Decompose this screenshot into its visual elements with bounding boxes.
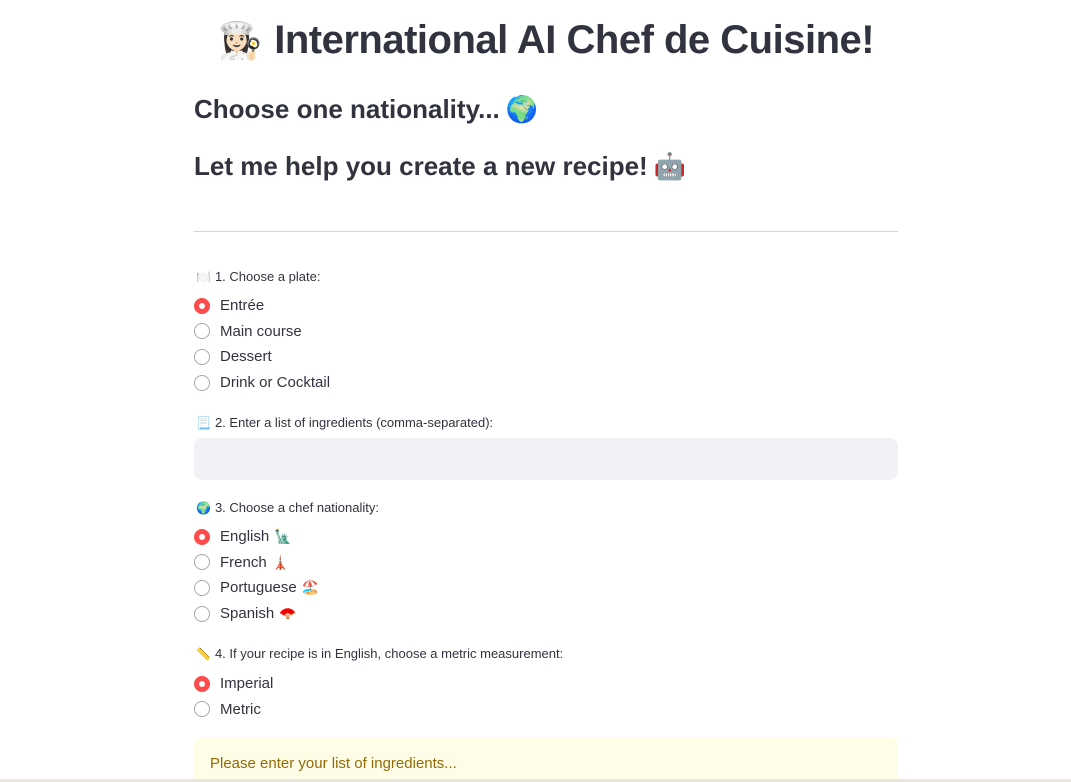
radio-button[interactable] [194,605,210,622]
plate-label: 🍽️ 1. Choose a plate: [196,269,320,284]
beach-umbrella-icon: 🏖️ [301,579,320,596]
chef-icon: 👩🏻‍🍳 [217,20,263,61]
radio-label: Metric [220,700,261,718]
radio-label: Imperial [220,675,274,693]
subtitle-nationality-text: Choose one nationality... [194,94,500,124]
subtitle-recipe-text: Let me help you create a new recipe! [194,151,648,181]
document-icon: 📃 [196,416,211,430]
subtitle-recipe: Let me help you create a new recipe! 🤖 [194,151,686,182]
ingredients-label-text: 2. Enter a list of ingredients (comma-se… [214,415,494,430]
ruler-icon: 📏 [196,647,211,661]
radio-label: English [220,528,270,546]
robot-icon: 🤖 [653,151,687,181]
plate-option-main-course[interactable]: Main course [194,319,330,345]
measurement-label-text: 4. If your recipe is in English, choose … [214,646,564,661]
plate-option-entree[interactable]: Entrée [194,293,330,319]
nationality-option-spanish[interactable]: Spanish 🪭 [194,601,319,627]
statue-of-liberty-icon: 🗽 [274,528,292,545]
ingredients-input[interactable] [194,438,898,480]
radio-button[interactable] [194,323,210,340]
radio-button[interactable] [194,528,210,545]
radio-label: Spanish [220,605,275,623]
fan-icon: 🪭 [279,605,297,622]
radio-label: Portuguese [220,579,297,597]
plate-label-text: 1. Choose a plate: [214,269,321,284]
nationality-option-french[interactable]: French 🗼 [194,550,319,576]
plate-radio-group: Entrée Main course Dessert Drink or Cock… [194,293,330,395]
page-title-text: International AI Chef de Cuisine! [274,18,875,62]
plate-option-dessert[interactable]: Dessert [194,344,330,370]
nationality-option-english[interactable]: English 🗽 [194,524,319,550]
divider [194,231,898,232]
nationality-label-text: 3. Choose a chef nationality: [214,500,380,515]
plate-option-drink[interactable]: Drink or Cocktail [194,370,330,396]
subtitle-nationality: Choose one nationality... 🌍 [194,94,538,125]
radio-button[interactable] [194,675,210,692]
radio-label: Drink or Cocktail [220,374,331,392]
measurement-radio-group: Imperial Metric [194,671,273,722]
radio-button[interactable] [194,554,210,571]
radio-button[interactable] [194,701,210,718]
radio-label: Main course [220,322,302,340]
nationality-option-portuguese[interactable]: Portuguese 🏖️ [194,575,319,601]
globe-icon: 🌍 [196,501,211,515]
radio-label: French [220,553,267,571]
globe-icon: 🌍 [505,94,539,124]
radio-button[interactable] [194,348,210,365]
nationality-label: 🌍 3. Choose a chef nationality: [196,500,379,515]
ingredients-label: 📃 2. Enter a list of ingredients (comma-s… [196,415,493,430]
measurement-label: 📏 4. If your recipe is in English, choose… [196,646,563,661]
radio-label: Dessert [220,348,272,366]
measurement-option-imperial[interactable]: Imperial [194,671,273,697]
radio-label: Entrée [220,297,265,315]
radio-button[interactable] [194,374,210,391]
app-page: 👩🏻‍🍳 International AI Chef de Cuisine! Ch… [0,0,1071,782]
warning-alert-text: Please enter your list of ingredients... [210,755,457,772]
plate-icon: 🍽️ [196,270,211,284]
warning-alert: Please enter your list of ingredients... [194,737,898,782]
page-title: 👩🏻‍🍳 International AI Chef de Cuisine! [194,18,898,63]
radio-button[interactable] [194,579,210,596]
nationality-radio-group: English 🗽 French 🗼 Portuguese 🏖️ Spanish… [194,524,319,626]
eiffel-tower-icon: 🗼 [271,553,290,570]
measurement-option-metric[interactable]: Metric [194,697,273,723]
radio-button[interactable] [194,297,210,314]
